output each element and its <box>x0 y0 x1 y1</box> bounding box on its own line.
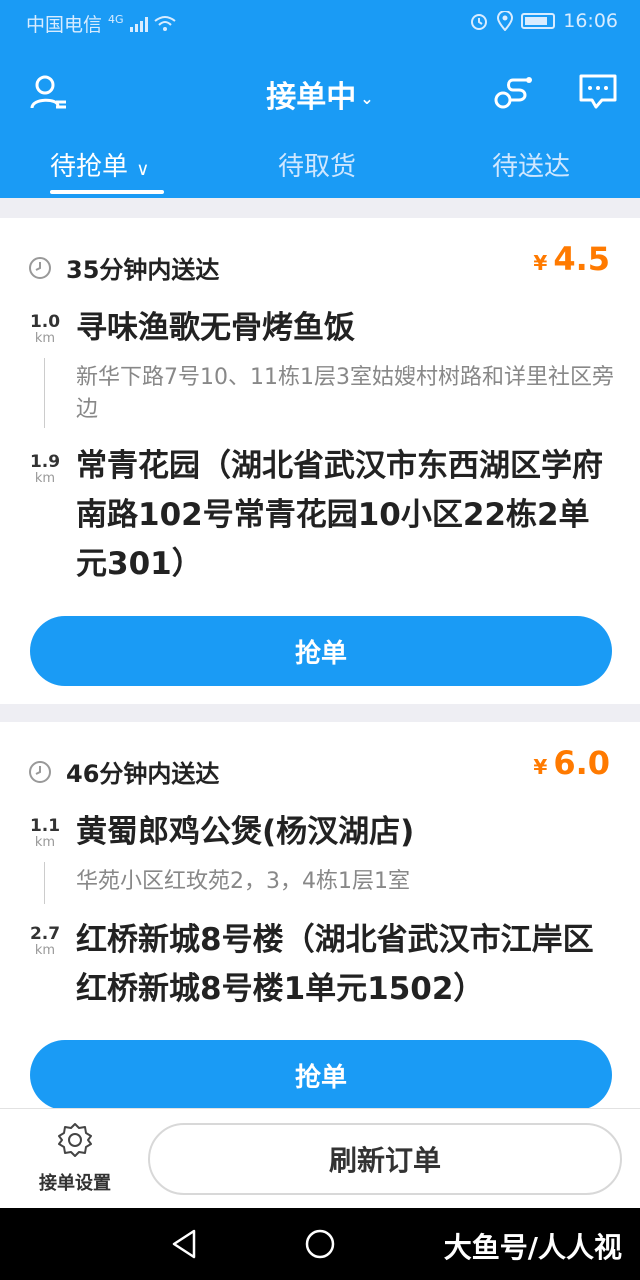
gear-icon <box>58 1123 92 1157</box>
active-tab-indicator <box>50 190 164 194</box>
order-settings-button[interactable]: 接单设置 <box>30 1121 120 1195</box>
home-icon[interactable] <box>304 1228 336 1260</box>
distance-value: 1.1 <box>29 816 61 836</box>
tab-pending-grab[interactable]: 待抢单 ∨ <box>50 146 149 183</box>
battery-icon <box>521 13 556 29</box>
shop-distance: 1.1 km <box>28 816 62 850</box>
clock-icon <box>29 256 51 279</box>
eta-row: 46分钟内送达 <box>28 754 219 789</box>
distance-value: 2.7 <box>29 924 61 944</box>
order-price: ¥6.0 <box>533 744 610 782</box>
header-row: 接单中 ⌄ <box>0 60 640 124</box>
grab-order-button[interactable]: 抢单 <box>30 1040 612 1110</box>
page-title: 接单中 <box>266 80 357 115</box>
system-nav-bar: 大鱼号/人人视 <box>0 1208 640 1280</box>
eta-row: 35分钟内送达 <box>28 250 219 285</box>
signal-icon <box>129 16 148 32</box>
top-bar: 中国电信 4G 16:06 接单中 ⌄ 待抢单 ∨ 待取货 待送达 <box>0 0 640 198</box>
distance-value: 1.0 <box>29 312 61 332</box>
delivery-address: 红桥新城8号楼（湖北省武汉市江岸区红桥新城8号楼1单元1502） <box>76 922 594 1007</box>
delivery-address: 常青花园（湖北省武汉市东西湖区学府南路102号常青花园10小区22栋2单元301… <box>76 448 603 582</box>
route-line <box>44 358 45 428</box>
shop-name: 黄蜀郎鸡公煲(杨汊湖店) <box>76 814 415 850</box>
dest-distance: 2.7 km <box>28 924 62 958</box>
wifi-icon <box>153 15 176 31</box>
grab-order-button[interactable]: 抢单 <box>30 616 612 686</box>
dest-distance: 1.9 km <box>28 452 62 486</box>
clock-icon <box>29 760 51 783</box>
eta-label: 46分钟内送达 <box>66 760 220 788</box>
refresh-orders-button[interactable]: 刷新订单 <box>148 1123 622 1195</box>
message-icon[interactable] <box>576 70 620 114</box>
settings-label: 接单设置 <box>39 1173 111 1194</box>
price-amount: 6.0 <box>553 744 610 782</box>
carrier-label: 中国电信 <box>26 14 103 36</box>
route-line <box>44 862 45 904</box>
price-amount: 4.5 <box>553 240 610 278</box>
distance-unit: km <box>34 471 56 486</box>
order-card: 46分钟内送达 ¥6.0 1.1 km 黄蜀郎鸡公煲(杨汊湖店) 华苑小区红玫苑… <box>0 722 640 1110</box>
currency-symbol: ¥ <box>533 251 548 275</box>
chevron-down-icon: ⌄ <box>360 89 374 108</box>
order-card: 35分钟内送达 ¥4.5 1.0 km 寻味渔歌无骨烤鱼饭 新华下路7号10、1… <box>0 218 640 704</box>
clock-time: 16:06 <box>563 10 618 32</box>
shop-address: 新华下路7号10、11栋1层3室姑嫂村树路和详里社区旁边 <box>76 365 614 422</box>
status-bar: 中国电信 4G 16:06 <box>0 0 640 44</box>
bottom-bar: 接单设置 刷新订单 <box>0 1108 640 1208</box>
tab-pending-delivery[interactable]: 待送达 <box>492 146 570 183</box>
order-tabs: 待抢单 ∨ 待取货 待送达 <box>0 140 640 198</box>
back-icon[interactable] <box>170 1228 198 1260</box>
eta-label: 35分钟内送达 <box>66 256 220 284</box>
shop-distance: 1.0 km <box>28 312 62 346</box>
watermark: 大鱼号/人人视 <box>443 1231 622 1264</box>
shop-address: 华苑小区红玫苑2，3，4栋1层1室 <box>76 869 410 894</box>
tab-label: 待抢单 <box>50 152 129 182</box>
tab-pending-pickup[interactable]: 待取货 <box>278 146 356 183</box>
order-status-dropdown[interactable]: 接单中 ⌄ <box>0 72 640 116</box>
location-icon <box>497 11 514 31</box>
network-label: 4G <box>108 13 124 26</box>
route-icon[interactable] <box>492 70 536 114</box>
chevron-down-icon: ∨ <box>136 159 150 180</box>
distance-unit: km <box>34 331 56 346</box>
shop-name: 寻味渔歌无骨烤鱼饭 <box>76 310 355 346</box>
alarm-icon <box>471 14 488 30</box>
distance-value: 1.9 <box>29 452 61 472</box>
currency-symbol: ¥ <box>533 755 548 779</box>
order-price: ¥4.5 <box>533 240 610 278</box>
distance-unit: km <box>34 943 56 958</box>
distance-unit: km <box>34 835 56 850</box>
